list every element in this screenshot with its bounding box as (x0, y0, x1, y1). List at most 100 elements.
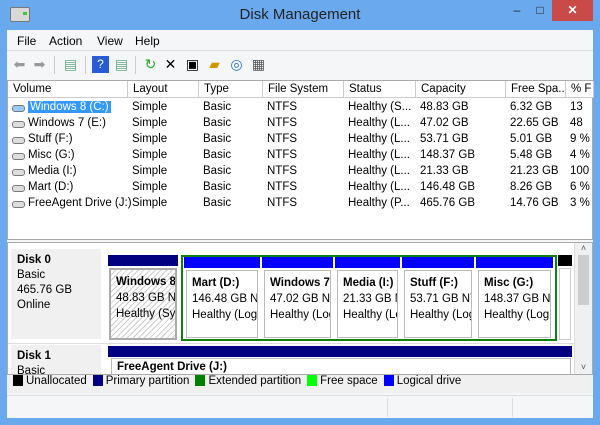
percent-free: 3 % (570, 197, 590, 209)
drive-icon (12, 105, 25, 112)
volume-row[interactable]: FreeAgent Drive (J:) Simple Basic NTFS Healt… (8, 196, 592, 212)
column-type[interactable]: Type (199, 81, 263, 98)
column-layout[interactable]: Layout (128, 81, 199, 98)
layout: Simple (132, 181, 168, 193)
unallocated-space[interactable] (559, 268, 571, 340)
legend-swatch (307, 375, 318, 386)
legend-swatch (92, 375, 103, 386)
logical-drive-bar (262, 257, 333, 268)
partition-name: FreeAgent Drive (J:) (117, 361, 227, 373)
scroll-up-arrow[interactable]: ˄ (575, 243, 592, 253)
menu-view[interactable]: View (97, 34, 123, 48)
legend: Unallocated Primary partition Extended par… (7, 375, 593, 393)
percent-free: 4 % (570, 149, 590, 161)
partition-logical-drive[interactable]: Media (I:) 21.33 GB NTFS Healthy (Logical (337, 270, 398, 338)
layout: Simple (132, 165, 168, 177)
volume-name: Misc (G:) (28, 149, 75, 161)
column-status[interactable]: Status (344, 81, 416, 98)
capacity: 465.76 GB (420, 197, 475, 209)
forward-icon[interactable]: ➡ (31, 56, 48, 73)
volume-row[interactable]: Windows 8 (C:) Simple Basic NTFS Healthy (S.… (8, 100, 592, 116)
partition-logical-drive[interactable]: Windows 7 47.02 GB NTFS Healthy (Logical (264, 270, 331, 338)
vertical-scrollbar[interactable]: ˄ ˅ (574, 243, 592, 374)
capacity: 47.02 GB (420, 117, 469, 129)
partition-name: Stuff (F:) (410, 277, 458, 289)
type: Basic (203, 149, 232, 161)
partition-logical-drive[interactable]: Misc (G:) 148.37 GB NTFS Healthy (Logical (478, 270, 551, 338)
free-space: 5.01 GB (510, 133, 553, 145)
partition-status: Healthy (Logical (410, 309, 471, 321)
volume-row[interactable]: Windows 7 (E:) Simple Basic NTFS Healthy (L.… (8, 116, 592, 132)
partition-logical-drive[interactable]: Stuff (F:) 53.71 GB NTFS Healthy (Logical (404, 270, 472, 338)
minimize-button[interactable]: – (505, 0, 529, 21)
volume-row[interactable]: Misc (G:) Simple Basic NTFS Healthy (L... 148… (8, 148, 592, 164)
status: Healthy (S... (348, 101, 412, 113)
disk-name: Disk 0 (17, 254, 51, 266)
disk-0-label[interactable]: Disk 0 Basic 465.76 GB Online (11, 249, 101, 339)
drive-icon (12, 137, 25, 144)
partition-size: 48.83 GB NTFS (116, 292, 175, 304)
open-folder-icon[interactable]: ▰ (206, 56, 223, 73)
close-button[interactable]: ✕ (552, 0, 593, 21)
column-volume[interactable]: Volume (8, 81, 128, 98)
partition-size: 47.02 GB NTFS (270, 293, 331, 305)
drive-icon (12, 169, 25, 176)
file-system: NTFS (267, 165, 298, 177)
window-body: File Action View Help ⬅ ➡ ▤ ? ▤ ↻ ✕ ▣ ▰ … (7, 30, 594, 418)
logical-drive-bar (184, 257, 260, 268)
percent-free: 9 % (570, 133, 590, 145)
disk-type: Basic (17, 365, 46, 375)
disk-1-label[interactable]: Disk 1 Basic (11, 345, 101, 375)
scroll-down-arrow[interactable]: ˅ (575, 362, 592, 372)
capacity: 48.83 GB (420, 101, 469, 113)
column-file-system[interactable]: File System (263, 81, 344, 98)
percent-free: 48 (570, 117, 583, 129)
explore-icon[interactable]: ◎ (228, 56, 245, 73)
refresh-icon[interactable]: ↻ (142, 56, 159, 73)
action-pane-icon[interactable]: ▤ (113, 56, 130, 73)
back-icon[interactable]: ⬅ (11, 56, 28, 73)
free-space: 6.32 GB (510, 101, 553, 113)
column-free-space[interactable]: Free Spa... (506, 81, 566, 98)
capacity: 21.33 GB (420, 165, 469, 177)
volume-row[interactable]: Stuff (F:) Simple Basic NTFS Healthy (L... 53… (8, 132, 592, 148)
partition-logical-drive[interactable]: Mart (D:) 146.48 GB NTFS Healthy (Logical (186, 270, 258, 338)
partition-status: Healthy (Logical (484, 309, 550, 321)
properties-icon[interactable]: ▣ (184, 56, 201, 73)
layout: Simple (132, 117, 168, 129)
legend-label: Free space (320, 375, 378, 387)
scrollbar-thumb[interactable] (578, 255, 589, 305)
free-space: 21.23 GB (510, 165, 559, 177)
percent-free: 13 (570, 101, 583, 113)
partition-size: 146.48 GB NTFS (192, 293, 258, 305)
toolbar: ⬅ ➡ ▤ ? ▤ ↻ ✕ ▣ ▰ ◎ ▦ (7, 50, 593, 78)
column-capacity[interactable]: Capacity (416, 81, 506, 98)
column-percent-free[interactable]: % F (566, 81, 594, 98)
delete-icon[interactable]: ✕ (162, 56, 179, 73)
help-icon[interactable]: ? (92, 56, 109, 73)
primary-partition-bar (108, 255, 178, 266)
maximize-button[interactable]: □ (530, 0, 550, 21)
menu-help[interactable]: Help (135, 34, 160, 48)
file-system: NTFS (267, 101, 298, 113)
layout: Simple (132, 133, 168, 145)
volume-list: Volume Layout Type File System Status Ca… (7, 80, 594, 240)
volume-name: Stuff (F:) (28, 133, 73, 145)
menu-action[interactable]: Action (49, 34, 82, 48)
legend-label: Primary partition (105, 375, 190, 387)
status: Healthy (L... (348, 133, 410, 145)
partition-windows-8[interactable]: Windows 8 48.83 GB NTFS Healthy (System (109, 268, 177, 340)
unallocated-bar (558, 255, 572, 266)
volume-row[interactable]: Media (I:) Simple Basic NTFS Healthy (L... 21… (8, 164, 592, 180)
settings-icon[interactable]: ▦ (250, 56, 267, 73)
logical-drive-bar (402, 257, 474, 268)
menu-file[interactable]: File (17, 34, 36, 48)
logical-drive-bar (476, 257, 553, 268)
partition-name: Windows 8 (116, 276, 175, 288)
console-tree-icon[interactable]: ▤ (62, 56, 79, 73)
volume-name: Windows 8 (C:) (28, 101, 111, 113)
partition-freeagent-drive[interactable]: FreeAgent Drive (J:) (111, 358, 571, 374)
legend-swatch (195, 375, 206, 386)
partition-name: Misc (G:) (484, 277, 534, 289)
volume-row[interactable]: Mart (D:) Simple Basic NTFS Healthy (L... 146… (8, 180, 592, 196)
